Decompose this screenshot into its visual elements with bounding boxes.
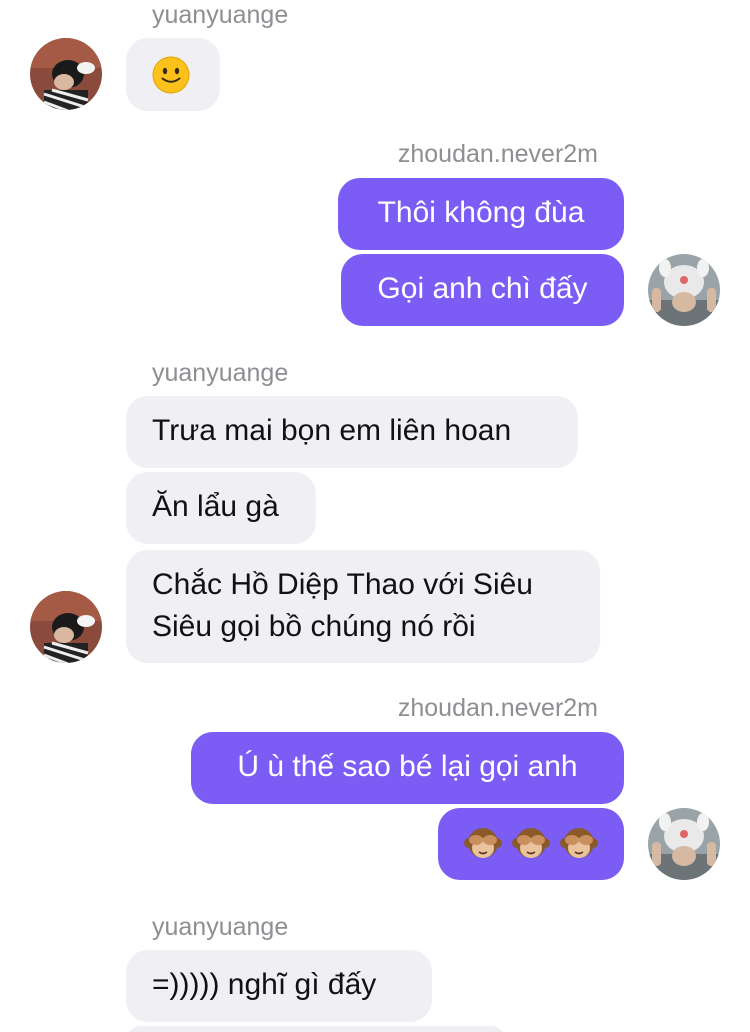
see-no-evil-monkey-icon	[512, 828, 550, 858]
avatar-image	[648, 808, 720, 880]
emoji-row	[458, 808, 604, 880]
message-bubble-incoming[interactable]: Trưa mai bọn em liên hoan	[126, 396, 578, 468]
message-bubble-outgoing[interactable]: Thôi không đùa	[338, 178, 624, 250]
avatar-yuanyuange[interactable]	[30, 38, 102, 110]
avatar-zhoudan[interactable]	[648, 254, 720, 326]
chat-thread: yuanyuange zhoudan.never2m Thôi không đù…	[0, 0, 750, 1032]
see-no-evil-monkey-icon	[464, 828, 502, 858]
sender-name: yuanyuange	[152, 913, 289, 941]
message-bubble-outgoing[interactable]	[438, 808, 624, 880]
message-bubble-incoming[interactable]	[126, 1026, 506, 1032]
avatar-image	[30, 591, 102, 663]
sender-name: zhoudan.never2m	[397, 140, 598, 168]
sender-name: yuanyuange	[152, 359, 289, 387]
message-bubble-incoming[interactable]: Chắc Hồ Diệp Thao với Siêu Siêu gọi bồ c…	[126, 550, 600, 663]
sender-name: yuanyuange	[152, 1, 289, 29]
message-bubble-incoming[interactable]	[126, 38, 220, 111]
see-no-evil-monkey-icon	[560, 828, 598, 858]
slightly-smiling-face-icon	[152, 56, 190, 94]
message-line: Chắc Hồ Diệp Thao với Siêu	[152, 568, 533, 601]
sender-name: zhoudan.never2m	[397, 694, 598, 722]
message-line: Siêu gọi bồ chúng nó rồi	[152, 610, 476, 643]
message-bubble-incoming[interactable]: Ăn lẩu gà	[126, 472, 316, 544]
avatar-yuanyuange[interactable]	[30, 591, 102, 663]
avatar-image	[648, 254, 720, 326]
avatar-zhoudan[interactable]	[648, 808, 720, 880]
message-bubble-outgoing[interactable]: Gọi anh chì đấy	[341, 254, 624, 326]
message-bubble-incoming[interactable]: =))))) nghĩ gì đấy	[126, 950, 432, 1022]
avatar-image	[30, 38, 102, 110]
message-bubble-outgoing[interactable]: Ú ù thế sao bé lại gọi anh	[191, 732, 624, 804]
